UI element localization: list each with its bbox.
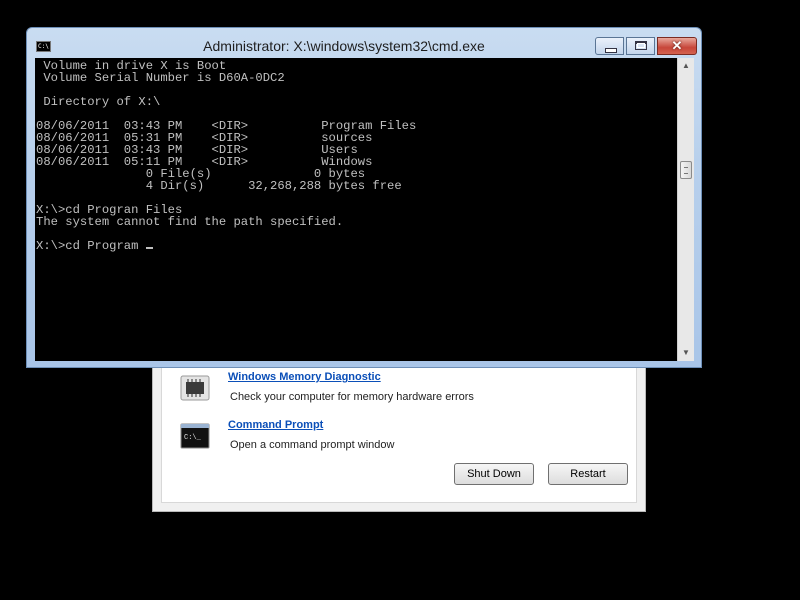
minimize-button[interactable] [595, 37, 624, 55]
console-line: The system cannot find the path specifie… [36, 215, 344, 229]
maximize-icon [635, 41, 647, 50]
vertical-scrollbar[interactable]: ▲ ▼ [677, 58, 694, 361]
title-bar[interactable]: C:\. Administrator: X:\windows\system32\… [27, 28, 701, 58]
console-line: Volume Serial Number is D60A-0DC2 [36, 71, 285, 85]
memory-diagnostic-description: Check your computer for memory hardware … [230, 391, 474, 403]
recovery-tools-list: Windows Memory Diagnostic Check your com… [161, 363, 637, 503]
close-icon: ✕ [671, 38, 683, 53]
cmd-window[interactable]: C:\. Administrator: X:\windows\system32\… [26, 27, 702, 368]
console-line: X:\>cd Program [36, 240, 153, 252]
scroll-down-arrow-icon[interactable]: ▼ [678, 345, 694, 361]
memory-chip-icon [180, 375, 210, 401]
command-prompt-icon: C:\_ [180, 423, 210, 449]
console-line: Directory of X:\ [36, 95, 161, 109]
command-prompt-description: Open a command prompt window [230, 439, 395, 451]
scroll-up-arrow-icon[interactable]: ▲ [678, 58, 694, 74]
minimize-icon [605, 48, 617, 53]
memory-diagnostic-link[interactable]: Windows Memory Diagnostic [228, 371, 381, 383]
command-prompt-link[interactable]: Command Prompt [228, 419, 323, 431]
maximize-button[interactable] [626, 37, 655, 55]
command-prompt-icon-text: C:\_ [184, 434, 202, 442]
text-cursor [145, 247, 153, 249]
recovery-options-panel: Windows Memory Diagnostic Check your com… [152, 362, 646, 512]
close-button[interactable]: ✕ [657, 37, 697, 55]
console-line: 4 Dir(s) 32,268,288 bytes free [36, 179, 402, 193]
shut-down-button[interactable]: Shut Down [454, 463, 534, 485]
scrollbar-thumb[interactable] [680, 161, 692, 179]
restart-button[interactable]: Restart [548, 463, 628, 485]
console-output[interactable]: Volume in drive X is Boot Volume Serial … [35, 58, 677, 361]
